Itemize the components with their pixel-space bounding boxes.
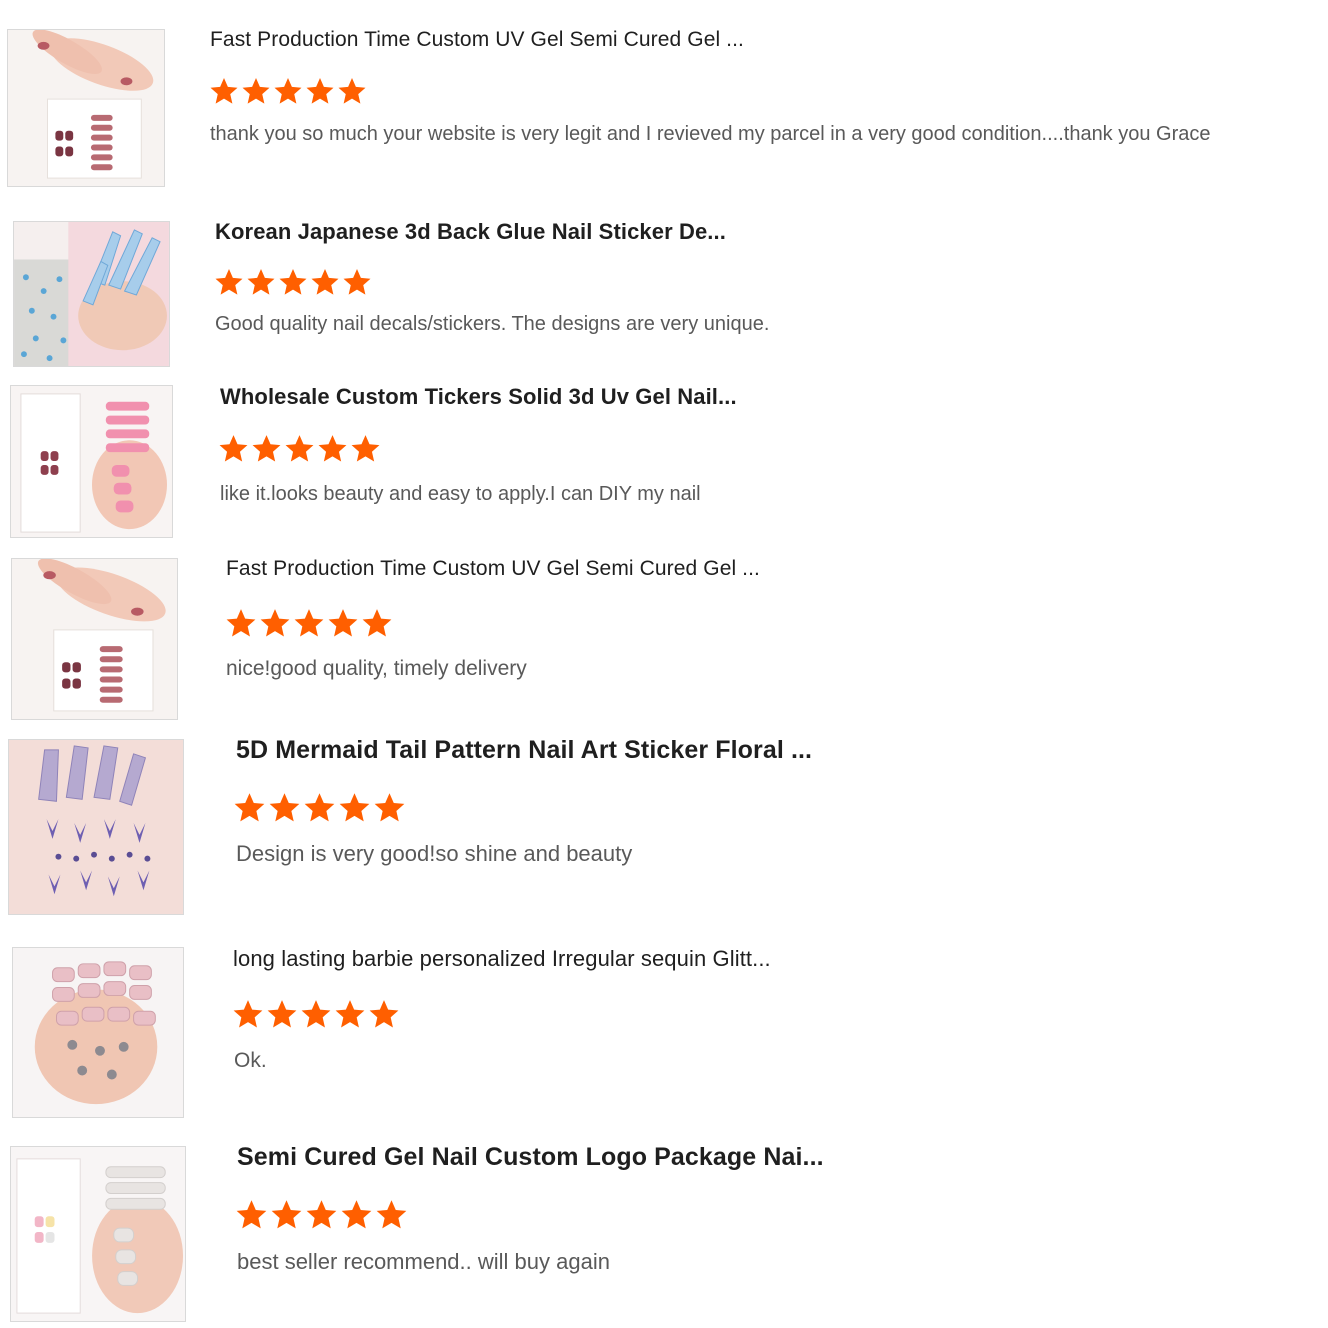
product-title[interactable]: 5D Mermaid Tail Pattern Nail Art Sticker…: [236, 736, 812, 765]
star-icon: [339, 793, 370, 822]
star-icon: [285, 435, 314, 462]
star-icon: [215, 269, 243, 295]
star-icon: [210, 78, 238, 104]
star-icon: [294, 609, 324, 637]
review-comment: Ok.: [234, 1049, 267, 1072]
rating-stars: [217, 433, 382, 464]
rating-stars: [234, 1198, 409, 1231]
review-comment: Good quality nail decals/stickers. The d…: [215, 313, 770, 335]
star-icon: [252, 435, 281, 462]
product-image[interactable]: [7, 29, 165, 187]
review-comment: Design is very good!so shine and beauty: [236, 841, 633, 866]
glitter-nail-wrap-product-image: [13, 948, 183, 1117]
star-icon: [306, 1200, 337, 1229]
star-icon: [351, 435, 380, 462]
rating-stars: [224, 607, 394, 639]
product-title[interactable]: long lasting barbie personalized Irregul…: [233, 946, 771, 972]
product-image[interactable]: [10, 1146, 186, 1322]
star-icon: [362, 609, 392, 637]
star-icon: [269, 793, 300, 822]
rating-stars: [231, 998, 401, 1030]
product-image[interactable]: [12, 947, 184, 1118]
nail-wrap-product-image: [11, 386, 172, 537]
star-icon: [226, 609, 256, 637]
product-title[interactable]: Fast Production Time Custom UV Gel Semi …: [210, 28, 744, 52]
star-icon: [338, 78, 366, 104]
star-icon: [369, 1000, 399, 1028]
star-icon: [242, 78, 270, 104]
star-icon: [260, 609, 290, 637]
star-icon: [247, 269, 275, 295]
rating-stars: [213, 267, 373, 297]
gel-nail-package-product-image: [11, 1147, 185, 1321]
star-icon: [318, 435, 347, 462]
product-image[interactable]: [10, 385, 173, 538]
nail-art-sticker-product-image: [9, 740, 183, 914]
product-title[interactable]: Semi Cured Gel Nail Custom Logo Package …: [237, 1143, 824, 1172]
star-icon: [279, 269, 307, 295]
star-icon: [343, 269, 371, 295]
star-icon: [271, 1200, 302, 1229]
star-icon: [267, 1000, 297, 1028]
rating-stars: [208, 76, 368, 106]
star-icon: [301, 1000, 331, 1028]
star-icon: [335, 1000, 365, 1028]
product-image[interactable]: [8, 739, 184, 915]
review-comment: nice!good quality, timely delivery: [226, 657, 527, 680]
star-icon: [274, 78, 302, 104]
star-icon: [236, 1200, 267, 1229]
nail-sticker-product-image: [14, 222, 169, 366]
review-comment: like it.looks beauty and easy to apply.I…: [220, 483, 701, 505]
star-icon: [233, 1000, 263, 1028]
product-image[interactable]: [13, 221, 170, 367]
star-icon: [311, 269, 339, 295]
star-icon: [234, 793, 265, 822]
star-icon: [219, 435, 248, 462]
review-comment: thank you so much your website is very l…: [210, 123, 1211, 145]
product-title[interactable]: Korean Japanese 3d Back Glue Nail Sticke…: [215, 219, 726, 245]
star-icon: [341, 1200, 372, 1229]
star-icon: [306, 78, 334, 104]
star-icon: [328, 609, 358, 637]
rating-stars: [232, 791, 407, 824]
star-icon: [304, 793, 335, 822]
product-image[interactable]: [11, 558, 178, 720]
nail-wrap-product-image: [8, 30, 164, 186]
review-comment: best seller recommend.. will buy again: [237, 1249, 610, 1274]
star-icon: [376, 1200, 407, 1229]
product-title[interactable]: Fast Production Time Custom UV Gel Semi …: [226, 557, 760, 581]
product-title[interactable]: Wholesale Custom Tickers Solid 3d Uv Gel…: [220, 384, 737, 410]
nail-wrap-product-image: [12, 559, 177, 719]
star-icon: [374, 793, 405, 822]
